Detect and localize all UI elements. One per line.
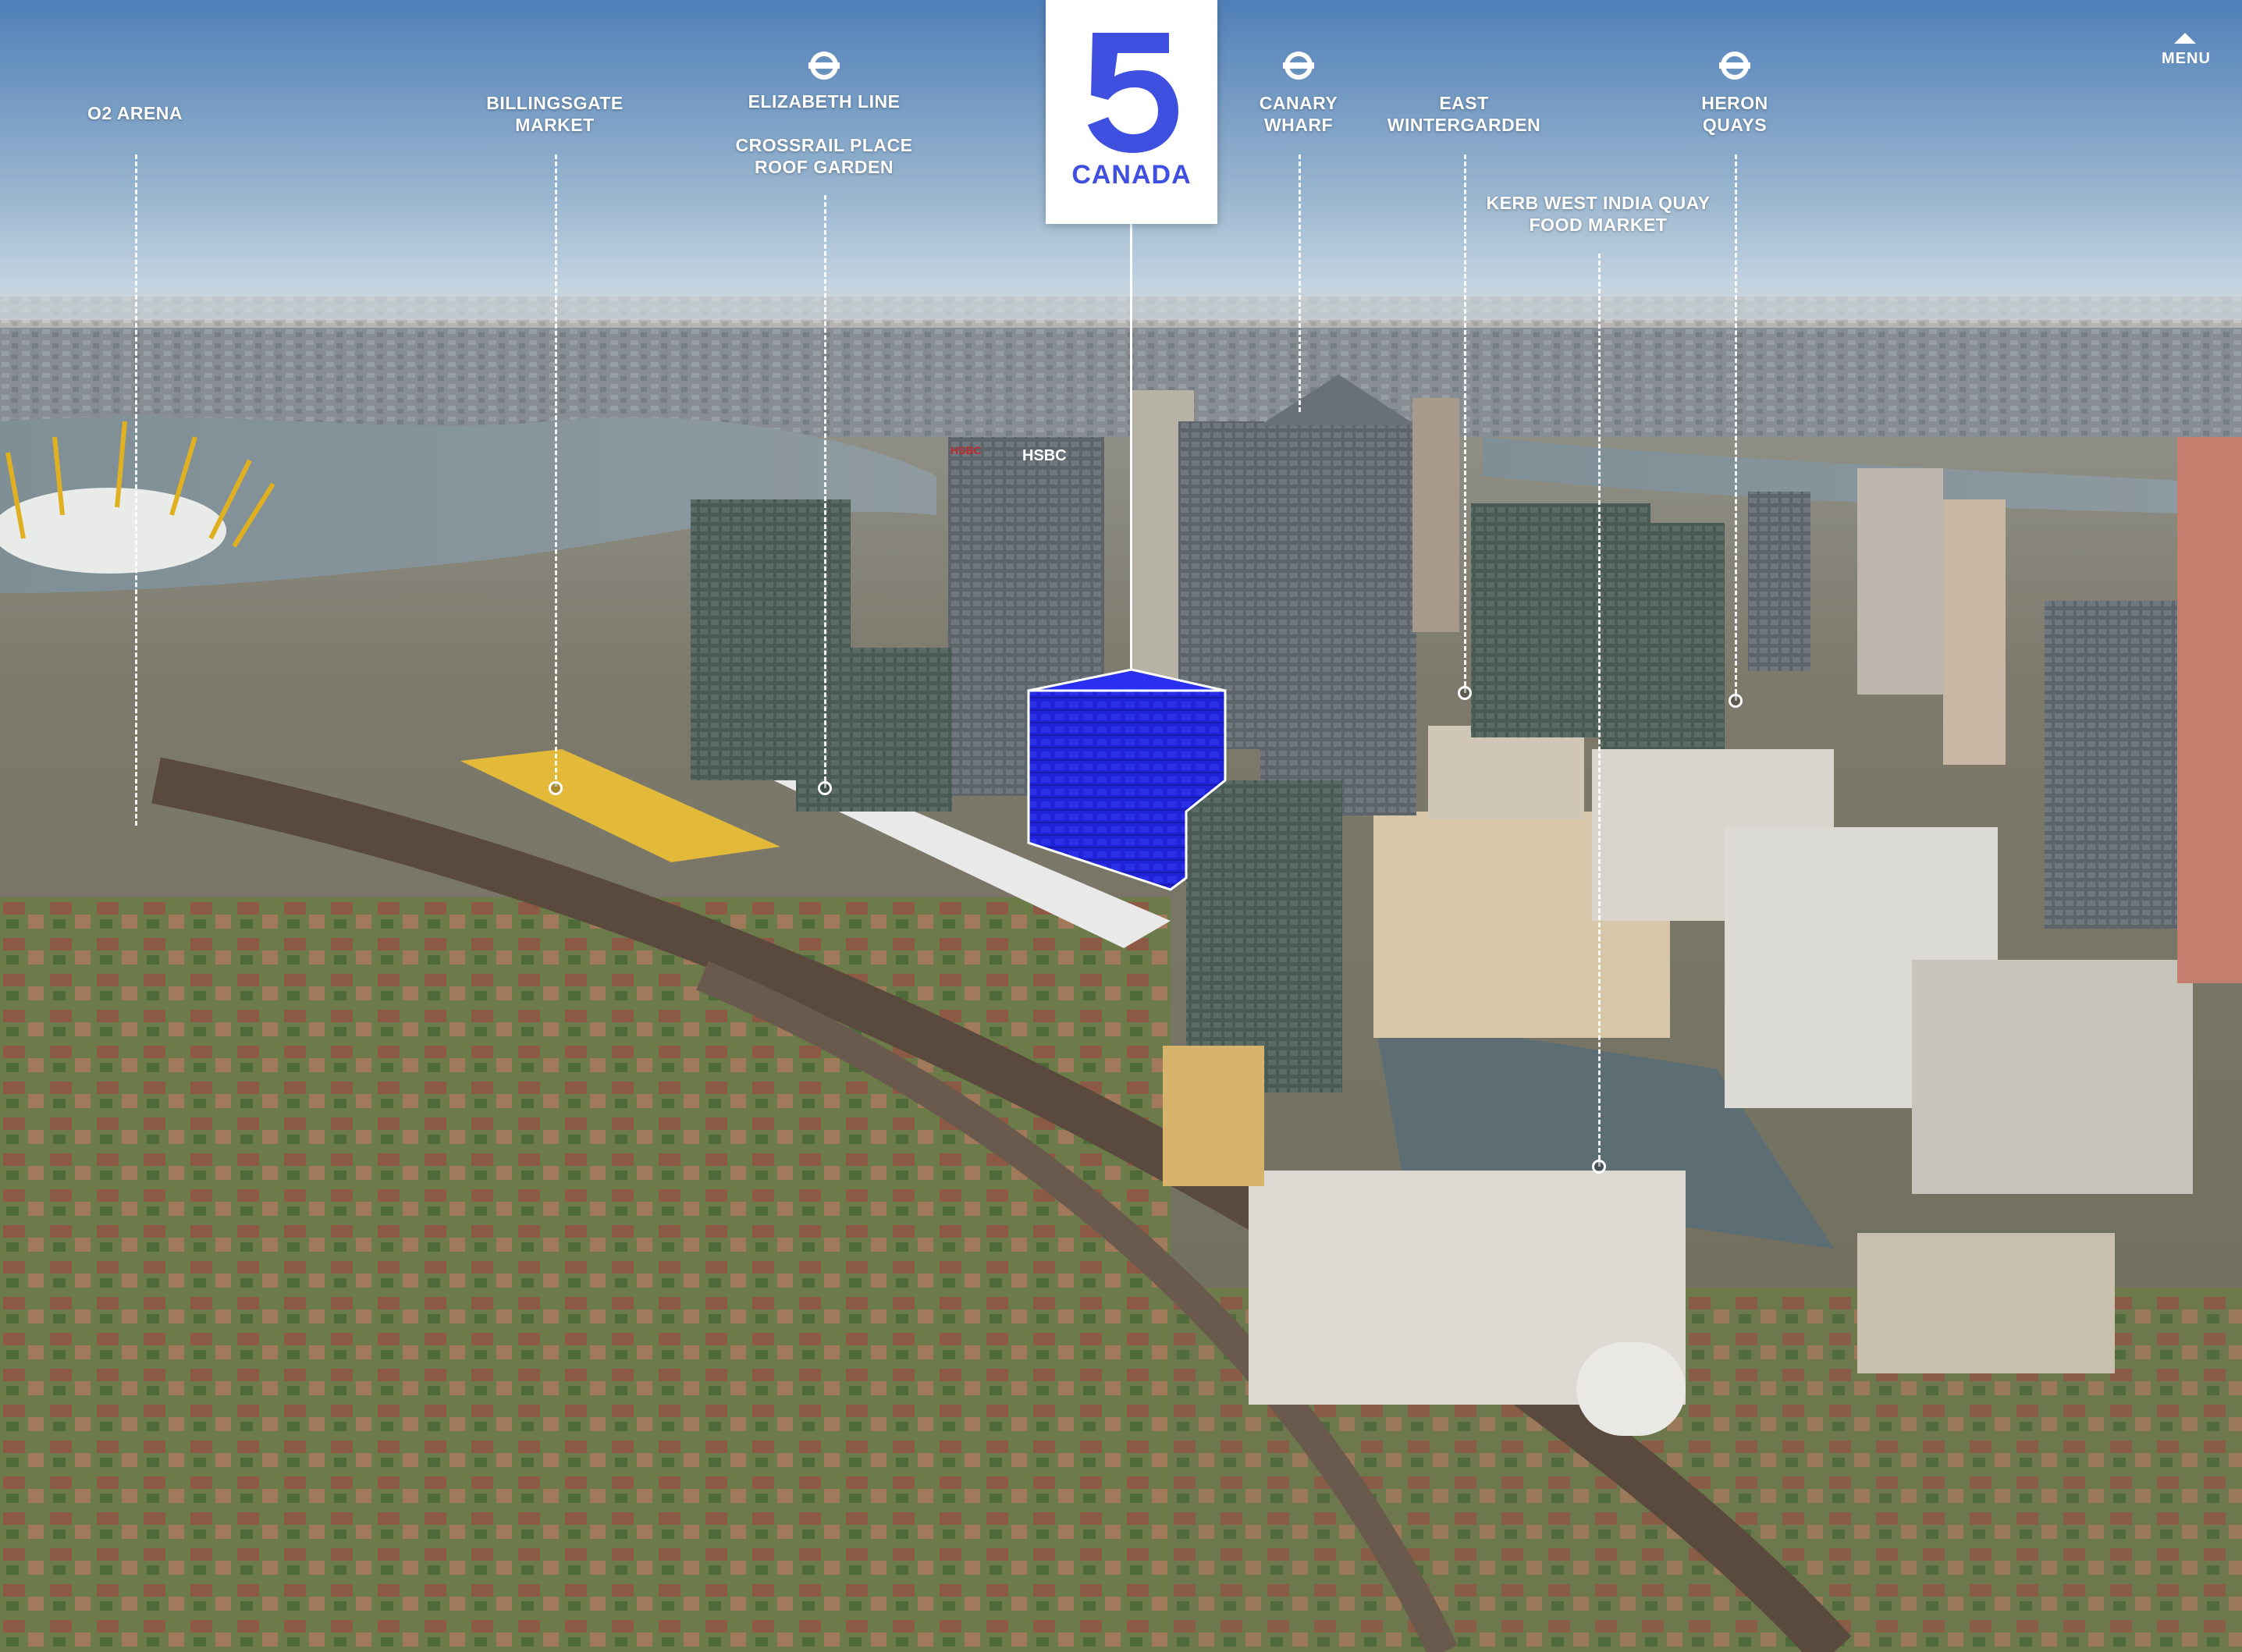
kerb-leader xyxy=(1598,254,1601,1167)
label-crossrail-place[interactable]: CROSSRAIL PLACE ROOF GARDEN xyxy=(736,134,913,178)
label-crossrail-line1: CROSSRAIL PLACE xyxy=(735,135,913,155)
label-canary-wharf-line1: CANARY xyxy=(1259,93,1338,113)
label-elizabeth-line[interactable]: ELIZABETH LINE xyxy=(748,91,901,112)
five-numeral-logo xyxy=(1088,33,1178,153)
label-kerb-food-market[interactable]: KERB WEST INDIA QUAY FOOD MARKET xyxy=(1487,192,1711,236)
kerb-marker[interactable] xyxy=(1592,1160,1606,1174)
heron-quays-leader xyxy=(1735,155,1737,701)
billingsgate-leader xyxy=(555,155,557,787)
label-billingsgate-line1: BILLINGSGATE xyxy=(486,93,624,113)
label-east-wintergarden[interactable]: EAST WINTERGARDEN xyxy=(1387,92,1540,136)
menu-label: MENU xyxy=(2162,50,2211,67)
billingsgate-marker[interactable] xyxy=(549,781,563,795)
tube-roundel-icon xyxy=(1283,52,1314,80)
label-o2-arena[interactable]: O2 ARENA xyxy=(87,102,183,124)
label-canary-wharf[interactable]: CANARY WHARF xyxy=(1260,92,1338,136)
hsbc-sign-left: HSBC xyxy=(950,444,982,457)
label-canary-wharf-line2: WHARF xyxy=(1263,115,1334,135)
label-wintergarden-line1: EAST xyxy=(1439,93,1489,113)
crossrail-leader xyxy=(824,195,826,788)
label-o2-arena-line1: O2 ARENA xyxy=(87,103,183,123)
label-billingsgate[interactable]: BILLINGSGATE MARKET xyxy=(486,92,624,136)
label-heron-quays[interactable]: HERON QUAYS xyxy=(1701,92,1768,136)
canary-wharf-leader xyxy=(1299,155,1301,412)
label-kerb-line2: FOOD MARKET xyxy=(1529,215,1668,235)
five-canada-logo-card[interactable]: CANADA xyxy=(1046,0,1217,224)
label-elizabeth-line-line1: ELIZABETH LINE xyxy=(748,91,901,112)
aerial-photo: HSBC HSBC xyxy=(0,0,2242,1652)
menu-button[interactable]: MENU xyxy=(2162,33,2211,68)
caret-up-icon xyxy=(2174,33,2196,44)
label-wintergarden-line2: WINTERGARDEN xyxy=(1387,115,1541,135)
hsbc-sign-right: HSBC xyxy=(1022,447,1067,464)
heron-quays-marker[interactable] xyxy=(1729,694,1743,708)
label-crossrail-line2: ROOF GARDEN xyxy=(754,157,894,177)
five-canada-name: CANADA xyxy=(1071,160,1192,190)
crossrail-marker[interactable] xyxy=(818,781,832,795)
o2-arena-leader xyxy=(135,155,137,826)
label-heron-quays-line2: QUAYS xyxy=(1702,115,1768,135)
label-heron-quays-line1: HERON xyxy=(1701,93,1768,113)
label-billingsgate-line2: MARKET xyxy=(515,115,595,135)
tube-roundel-icon xyxy=(808,52,840,80)
wintergarden-marker[interactable] xyxy=(1458,686,1472,700)
tube-roundel-icon xyxy=(1719,52,1750,80)
canada-leader xyxy=(1130,224,1132,669)
wintergarden-leader xyxy=(1464,155,1466,693)
label-kerb-line1: KERB WEST INDIA QUAY xyxy=(1486,193,1711,213)
